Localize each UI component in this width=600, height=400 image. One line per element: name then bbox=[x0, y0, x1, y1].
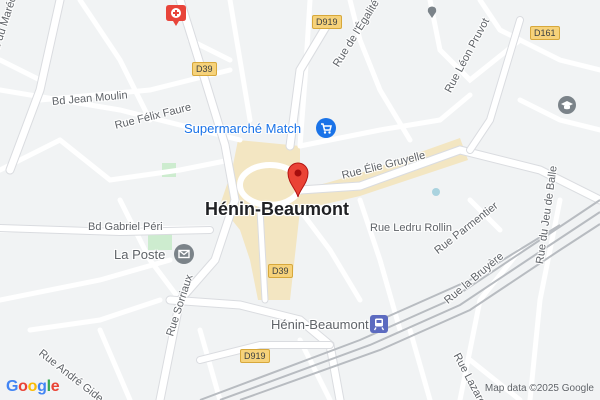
map-canvas[interactable]: Bd du Maréchal Leclerc Bd Jean Moulin Ru… bbox=[0, 0, 600, 400]
mail-envelope-icon[interactable] bbox=[174, 244, 194, 264]
city-label: Hénin-Beaumont bbox=[205, 199, 349, 219]
road-shield-d919-bottom: D919 bbox=[240, 349, 270, 363]
road-shield-d39-center: D39 bbox=[268, 264, 293, 278]
red-location-pin-icon[interactable] bbox=[285, 160, 311, 198]
train-icon[interactable] bbox=[370, 315, 388, 333]
poi-label-la-poste[interactable]: La Poste bbox=[114, 247, 165, 262]
street-label-bd-gabriel-peri: Bd Gabriel Péri bbox=[88, 221, 163, 233]
road-shield-d161: D161 bbox=[530, 26, 560, 40]
marker-icon bbox=[427, 5, 437, 18]
water-pond bbox=[432, 188, 440, 196]
school-cap-icon[interactable] bbox=[558, 96, 576, 114]
shopping-cart-icon[interactable] bbox=[316, 118, 336, 138]
poi-label-train-station[interactable]: Hénin-Beaumont bbox=[271, 317, 369, 332]
google-logo: Google bbox=[6, 378, 60, 395]
poi-label-supermarche-match[interactable]: Supermarché Match bbox=[184, 121, 301, 136]
road-shield-d919-top: D919 bbox=[312, 15, 342, 29]
hospital-cross-icon[interactable] bbox=[166, 5, 186, 27]
map-attribution: Map data ©2025 Google bbox=[484, 383, 594, 394]
street-label-rue-ledru-rollin: Rue Ledru Rollin bbox=[370, 222, 452, 234]
road-shield-d39-top: D39 bbox=[192, 62, 217, 76]
